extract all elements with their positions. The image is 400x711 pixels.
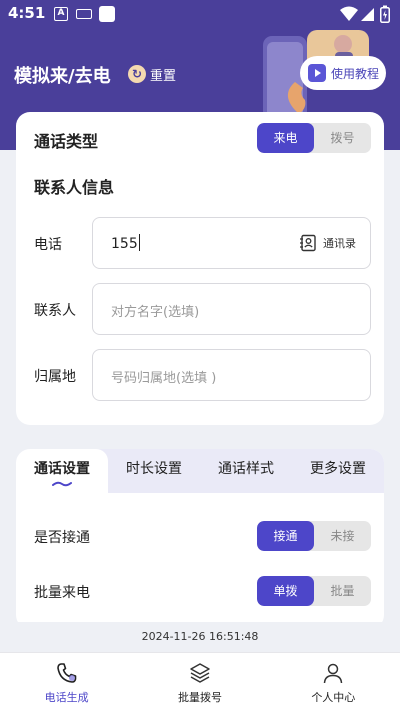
phone-field[interactable]: 155 通讯录 [92, 217, 371, 269]
answered-missed[interactable]: 未接 [314, 521, 371, 551]
answered-toggle: 接通 未接 [257, 521, 371, 551]
contact-card: 通话类型 来电 拨号 联系人信息 电话 155 通讯录 联系人 对方名字(选填)… [16, 112, 384, 425]
nav-profile[interactable]: 个人中心 [267, 653, 400, 711]
layers-icon [190, 663, 210, 683]
user-icon [324, 663, 343, 684]
tab-more-settings[interactable]: 更多设置 [292, 449, 384, 493]
contact-name-label: 联系人 [34, 303, 76, 319]
notification-a-icon: A [54, 7, 68, 21]
reset-label: 重置 [150, 68, 177, 84]
tutorial-button[interactable]: 使用教程 [300, 56, 386, 90]
play-icon [308, 64, 326, 82]
wifi-icon [340, 6, 358, 21]
settings-card: 通话设置 时长设置 通话样式 更多设置 是否接通 接通 未接 批量来电 单拨 批… [16, 449, 384, 629]
keyboard-icon [76, 9, 92, 19]
contact-name-input[interactable]: 对方名字(选填) [92, 283, 371, 335]
settings-tabs: 通话设置 时长设置 通话样式 更多设置 [16, 449, 384, 493]
contact-name-placeholder: 对方名字(选填) [111, 305, 200, 320]
status-bar: 4:51 A [0, 0, 400, 28]
nav-call-generate-label: 电话生成 [44, 691, 89, 704]
nav-call-generate[interactable]: 电话生成 [0, 653, 133, 711]
text-caret [138, 234, 140, 251]
answered-connect[interactable]: 接通 [257, 521, 314, 551]
current-timestamp: 2024-11-26 16:51:48 [0, 622, 400, 652]
call-type-title: 通话类型 [34, 132, 99, 151]
nav-batch-dial-label: 批量拨号 [177, 691, 222, 704]
tab-call-settings[interactable]: 通话设置 [16, 449, 108, 493]
location-label: 归属地 [34, 369, 76, 385]
batch-single[interactable]: 单拨 [257, 576, 314, 606]
tab-duration-settings[interactable]: 时长设置 [108, 449, 200, 493]
refresh-icon: ↻ [128, 65, 146, 83]
batch-multiple[interactable]: 批量 [314, 576, 371, 606]
battery-icon [380, 5, 390, 23]
location-input[interactable]: 号码归属地(选填 ) [92, 349, 371, 401]
batch-toggle: 单拨 批量 [257, 576, 371, 606]
call-type-toggle: 来电 拨号 [257, 123, 371, 153]
reset-button[interactable]: ↻ 重置 [128, 64, 176, 84]
cell-signal-icon [361, 8, 374, 21]
active-tab-indicator [52, 481, 72, 487]
nav-profile-label: 个人中心 [311, 691, 356, 704]
phone-icon [56, 663, 76, 683]
location-placeholder: 号码归属地(选填 ) [111, 371, 217, 386]
bottom-nav: 电话生成 批量拨号 个人中心 [0, 652, 400, 711]
phone-value: 155 [111, 234, 140, 252]
call-type-incoming[interactable]: 来电 [257, 123, 314, 153]
notification-square-icon [99, 6, 115, 22]
call-type-dial[interactable]: 拨号 [314, 123, 371, 153]
answered-label: 是否接通 [34, 530, 90, 546]
nav-batch-dial[interactable]: 批量拨号 [133, 653, 266, 711]
batch-call-label: 批量来电 [34, 585, 90, 601]
contact-info-title: 联系人信息 [34, 178, 115, 197]
tutorial-label: 使用教程 [331, 66, 380, 81]
address-book-icon [300, 234, 316, 252]
status-time: 4:51 [8, 4, 46, 22]
address-book-button[interactable]: 通讯录 [299, 234, 356, 252]
page-title: 模拟来/去电 [14, 66, 111, 87]
tab-call-style[interactable]: 通话样式 [200, 449, 292, 493]
phone-label: 电话 [34, 237, 62, 253]
address-book-label: 通讯录 [323, 237, 356, 250]
